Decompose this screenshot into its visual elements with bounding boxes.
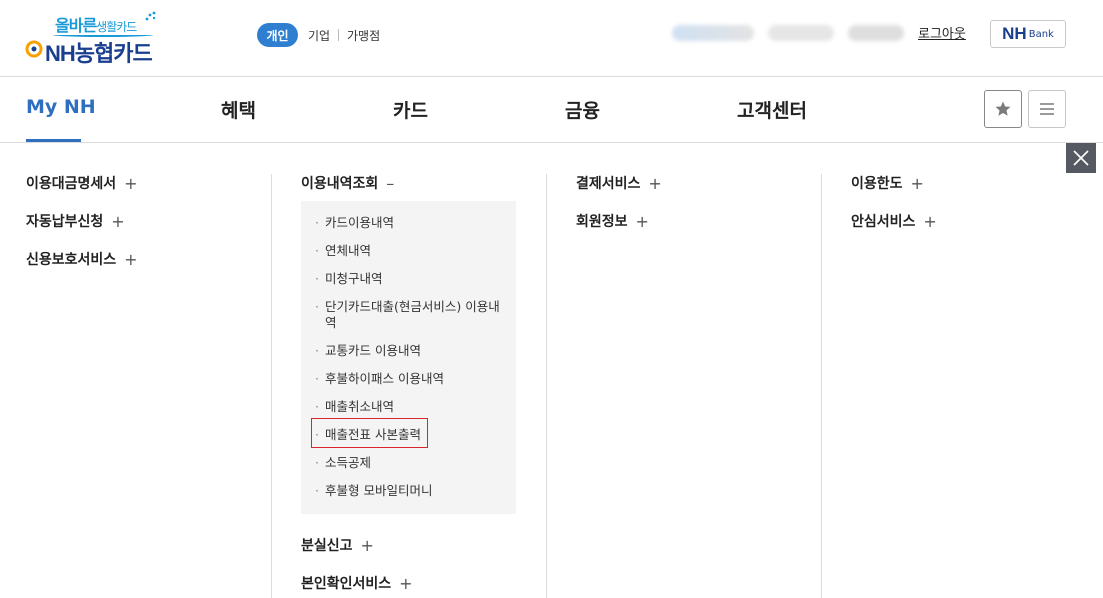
global-nav: My NH 혜택 카드 금융 고객센터 <box>0 77 1103 143</box>
plus-icon: + <box>360 535 374 555</box>
star-icon <box>995 101 1011 116</box>
menu-label: 회원정보 <box>576 214 628 230</box>
submenu-item[interactable]: · 카드이용내역 <box>315 215 505 231</box>
gnb-active-underline <box>26 139 81 142</box>
nh-card-logo[interactable]: 올바른생활카드 NH농협카드 <box>25 11 175 66</box>
menu-auto-payment[interactable]: 자동납부신청 + <box>26 211 125 231</box>
submenu-label: 소득공제 <box>324 455 371 470</box>
menu-label: 자동납부신청 <box>26 214 104 230</box>
nh-emblem-icon <box>25 40 43 58</box>
menu-label: 이용내역조회 <box>301 176 379 192</box>
plus-icon: + <box>635 211 649 231</box>
submenu-label: 후불하이패스 이용내역 <box>324 371 444 386</box>
submenu-label: 매출취소내역 <box>324 399 394 414</box>
sparkle-icon <box>145 11 156 21</box>
blurred-user-info <box>768 25 834 41</box>
close-icon <box>1073 150 1089 166</box>
close-menu-button[interactable] <box>1066 143 1096 173</box>
gnb-finance[interactable]: 금융 <box>565 96 600 123</box>
plus-icon: + <box>124 173 138 193</box>
menu-payment-service[interactable]: 결제서비스 + <box>576 173 662 193</box>
submenu-item[interactable]: · 연체내역 <box>315 243 505 259</box>
tab-merchant[interactable]: 가맹점 <box>347 23 380 47</box>
menu-billing-statement[interactable]: 이용대금명세서 + <box>26 173 138 193</box>
menu-safety-service[interactable]: 안심서비스 + <box>851 211 937 231</box>
plus-icon: + <box>124 249 138 269</box>
column-divider <box>271 174 272 598</box>
logo-slogan-light: 생활카드 <box>96 20 137 34</box>
plus-icon: + <box>648 173 662 193</box>
submenu-item[interactable]: · 소득공제 <box>315 455 505 471</box>
submenu-label: 카드이용내역 <box>324 215 394 230</box>
menu-identity-verification[interactable]: 본인확인서비스 + <box>301 573 413 593</box>
gnb-card[interactable]: 카드 <box>393 96 428 123</box>
menu-credit-protection[interactable]: 신용보호서비스 + <box>26 249 138 269</box>
gnb-customer-center[interactable]: 고객센터 <box>737 96 807 123</box>
submenu-label: 미청구내역 <box>324 271 383 286</box>
gnb-benefits[interactable]: 혜택 <box>221 96 256 123</box>
all-menu-button[interactable] <box>1028 90 1066 128</box>
plus-icon: + <box>111 211 125 231</box>
nh-bank-label: Bank <box>1028 28 1054 40</box>
highlight-box <box>311 418 428 448</box>
logo-wordmark: NH농협카드 <box>45 41 153 66</box>
submenu-label: 단기카드대출(현금서비스) 이용내역 <box>324 299 500 330</box>
gnb-my-nh[interactable]: My NH <box>26 96 96 118</box>
blurred-user-info <box>672 25 754 41</box>
minus-icon: – <box>386 173 395 193</box>
plus-icon: + <box>923 211 937 231</box>
submenu-label: 교통카드 이용내역 <box>324 343 421 358</box>
favorite-button[interactable] <box>984 90 1022 128</box>
submenu-item[interactable]: · 교통카드 이용내역 <box>315 343 505 359</box>
nh-bank-logo: NH <box>1002 24 1027 43</box>
submenu-item[interactable]: · 미청구내역 <box>315 271 505 287</box>
blurred-user-info <box>848 25 904 41</box>
submenu-item[interactable]: · 매출취소내역 <box>315 399 505 415</box>
column-divider <box>546 174 547 598</box>
segment-divider <box>338 29 339 41</box>
tab-business[interactable]: 기업 <box>308 23 330 47</box>
menu-usage-limit[interactable]: 이용한도 + <box>851 173 924 193</box>
hamburger-icon <box>1040 103 1054 115</box>
tab-personal[interactable]: 개인 <box>257 23 298 47</box>
logout-link[interactable]: 로그아웃 <box>918 23 966 42</box>
top-header: 올바른생활카드 NH농협카드 개인 기업 가맹점 로그아웃 NH Bank <box>0 0 1103 77</box>
submenu-label: 연체내역 <box>324 243 371 258</box>
plus-icon: + <box>910 173 924 193</box>
plus-icon: + <box>399 573 413 593</box>
column-divider <box>821 174 822 598</box>
submenu-item[interactable]: · 후불하이패스 이용내역 <box>315 371 505 387</box>
menu-label: 신용보호서비스 <box>26 252 117 268</box>
menu-loss-report[interactable]: 분실신고 + <box>301 535 374 555</box>
menu-label: 이용한도 <box>851 176 903 192</box>
submenu-item[interactable]: · 단기카드대출(현금서비스) 이용내역 <box>315 299 505 331</box>
menu-label: 결제서비스 <box>576 176 641 192</box>
menu-usage-history[interactable]: 이용내역조회 – <box>301 173 394 193</box>
menu-label: 분실신고 <box>301 538 353 554</box>
menu-label: 이용대금명세서 <box>26 176 117 192</box>
submenu-label: 후불형 모바일티머니 <box>324 483 433 498</box>
menu-label: 안심서비스 <box>851 214 916 230</box>
menu-label: 본인확인서비스 <box>301 576 392 592</box>
menu-member-info[interactable]: 회원정보 + <box>576 211 649 231</box>
nh-bank-button[interactable]: NH Bank <box>990 20 1066 48</box>
submenu-item[interactable]: · 후불형 모바일티머니 <box>315 483 505 499</box>
